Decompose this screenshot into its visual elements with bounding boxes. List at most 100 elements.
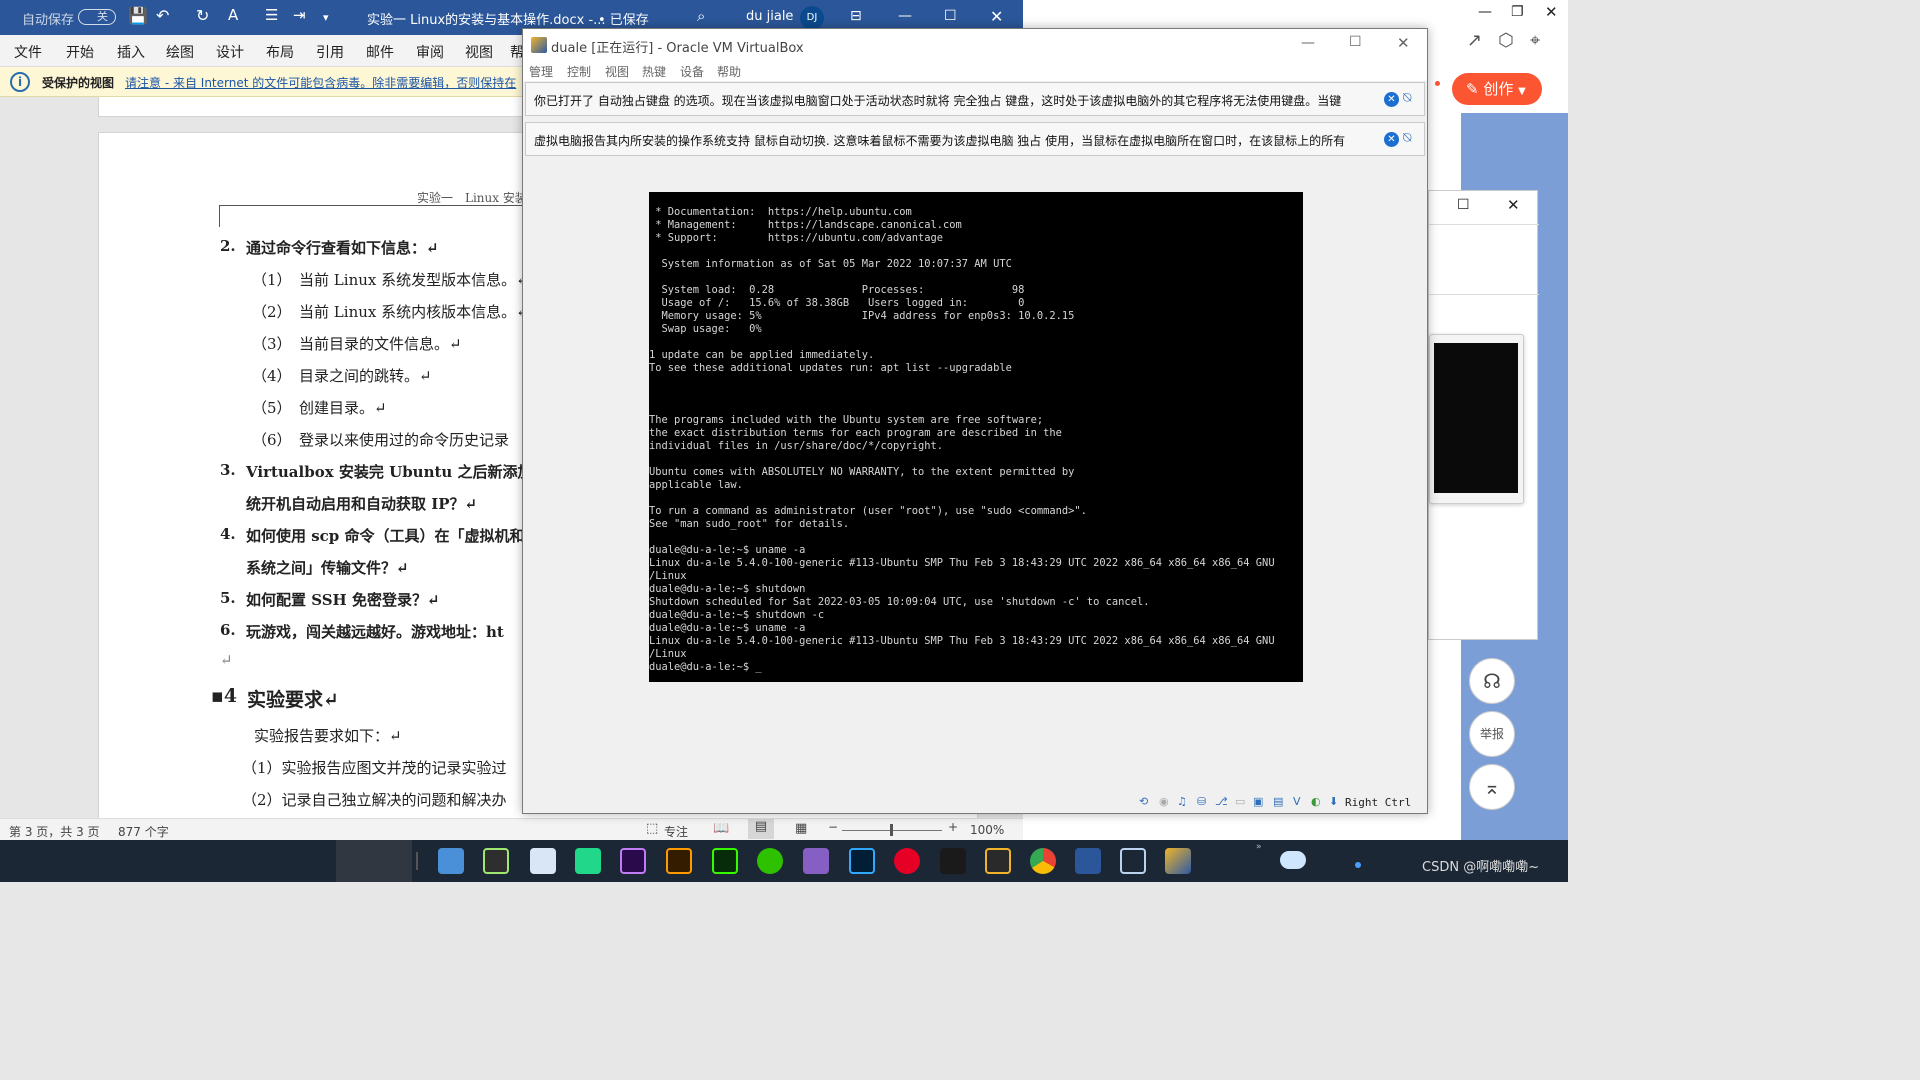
report-button[interactable]: 举报 (1469, 711, 1515, 757)
menu-hotkey[interactable]: 热键 (642, 63, 666, 80)
pin-icon[interactable]: ⌖ (1530, 30, 1540, 51)
qq-icon[interactable] (940, 848, 966, 874)
requirement-2: （2）记录自己独立解决的问题和解决办 (242, 791, 507, 809)
virtualbox-window[interactable]: duale [正在运行] - Oracle VM VirtualBox — ☐ … (522, 28, 1428, 814)
netease-music-icon[interactable] (894, 848, 920, 874)
print-layout-icon[interactable]: ▤ (748, 819, 774, 839)
support-button[interactable]: ☊ (1469, 658, 1515, 704)
minimize-icon[interactable]: — (1301, 35, 1315, 51)
search-icon[interactable]: ⌕ (697, 7, 705, 25)
empty-paragraph: ↵ (220, 651, 233, 669)
thumbnail-preview[interactable] (1429, 334, 1524, 504)
user-name[interactable]: du jiale (746, 9, 793, 24)
close-notice-icon[interactable]: ✕ (1384, 92, 1399, 107)
tab-draw[interactable]: 绘图 (166, 42, 194, 62)
zoom-in-icon[interactable]: + (948, 820, 958, 834)
keyboard-capture-icon[interactable]: ⬇ (1329, 795, 1338, 808)
close-icon[interactable]: ✕ (1507, 196, 1520, 214)
read-mode-icon[interactable]: 📖 (713, 821, 729, 836)
focus-icon[interactable]: ⬚ (646, 821, 658, 836)
redo-icon[interactable]: ↻ (196, 6, 209, 25)
maximize-icon[interactable]: ☐ (1457, 197, 1470, 213)
bullets-icon[interactable]: ☰ (265, 6, 278, 24)
illustrator-icon[interactable] (666, 848, 692, 874)
close-icon[interactable]: ✕ (1545, 3, 1558, 21)
wechat-icon[interactable] (757, 848, 783, 874)
menu-manage[interactable]: 管理 (529, 63, 553, 80)
optical-drive-icon[interactable]: ◉ (1159, 795, 1169, 808)
menu-control[interactable]: 控制 (567, 63, 591, 80)
close-notice-icon[interactable]: ✕ (1384, 132, 1399, 147)
menu-devices[interactable]: 设备 (680, 63, 704, 80)
menu-help[interactable]: 帮助 (717, 63, 741, 80)
mute-notice-icon[interactable]: ⍉ (1403, 90, 1411, 106)
mouse-integration-icon[interactable]: ◐ (1311, 795, 1321, 808)
weather-icon[interactable] (1280, 851, 1306, 869)
word-icon[interactable] (1075, 848, 1101, 874)
margin-corner (219, 205, 220, 227)
back-to-top-button[interactable]: ⌅ (1469, 764, 1515, 810)
pycharm-icon[interactable] (575, 848, 601, 874)
tab-mailings[interactable]: 邮件 (366, 42, 394, 62)
maximize-icon[interactable]: ☐ (1349, 34, 1362, 50)
overflow-chevron-icon[interactable]: » (1256, 842, 1262, 852)
page-count[interactable]: 第 3 页，共 3 页 (9, 823, 100, 840)
autosave-toggle[interactable]: 关 (78, 9, 116, 25)
virtualbox-manager-icon[interactable] (1120, 848, 1146, 874)
explorer-icon[interactable] (438, 848, 464, 874)
zoom-out-icon[interactable]: − (828, 820, 838, 834)
customize-qat-icon[interactable]: ▾ (323, 11, 329, 24)
premiere-icon[interactable] (620, 848, 646, 874)
save-icon[interactable]: 💾 (128, 6, 148, 25)
usb-icon[interactable]: ⎇ (1215, 795, 1228, 808)
protected-view-message[interactable]: 请注意 - 来自 Internet 的文件可能包含病毒。除非需要编辑，否则保持在 (125, 74, 516, 91)
zoom-slider-thumb[interactable] (890, 824, 893, 836)
tab-review[interactable]: 审阅 (416, 42, 444, 62)
word-count[interactable]: 877 个字 (118, 823, 169, 840)
mute-notice-icon[interactable]: ⍉ (1403, 130, 1411, 146)
photoshop-icon[interactable] (849, 848, 875, 874)
maximize-icon[interactable]: ☐ (944, 8, 957, 24)
chrome-icon[interactable] (1030, 848, 1056, 874)
tab-view[interactable]: 视图 (465, 42, 493, 62)
recording-icon[interactable]: ▤ (1273, 795, 1283, 808)
user-avatar[interactable]: DJ (800, 6, 824, 30)
tab-design[interactable]: 设计 (216, 42, 244, 62)
file-icon[interactable] (530, 848, 556, 874)
storage-icon[interactable]: ⟲ (1139, 795, 1148, 808)
focus-label[interactable]: 专注 (664, 823, 688, 840)
wechat-mini-icon[interactable] (483, 848, 509, 874)
minimize-icon[interactable]: — (1478, 4, 1492, 20)
font-color-icon[interactable]: A (228, 6, 238, 24)
zoom-level[interactable]: 100% (970, 823, 1004, 837)
indent-icon[interactable]: ⇥ (293, 6, 306, 24)
dreamweaver-icon[interactable] (712, 848, 738, 874)
tab-layout[interactable]: 布局 (266, 42, 294, 62)
undo-icon[interactable]: ↶ (156, 6, 169, 25)
network-icon[interactable]: ⛁ (1197, 795, 1206, 808)
share-icon[interactable]: ↗ (1467, 30, 1482, 51)
github-desktop-icon[interactable] (985, 848, 1011, 874)
saved-status[interactable]: • 已保存 (598, 9, 649, 28)
tab-file[interactable]: 文件 (14, 42, 42, 62)
tab-insert[interactable]: 插入 (117, 42, 145, 62)
close-icon[interactable]: ✕ (990, 7, 1003, 26)
menu-view[interactable]: 视图 (605, 63, 629, 80)
tab-home[interactable]: 开始 (66, 42, 94, 62)
virtualbox-vm-icon[interactable] (1165, 848, 1191, 874)
ribbon-display-icon[interactable]: ⊟ (850, 8, 862, 24)
vm-console[interactable]: * Documentation: https://help.ubuntu.com… (649, 192, 1303, 682)
tab-references[interactable]: 引用 (316, 42, 344, 62)
audio-icon[interactable]: ♫ (1177, 795, 1187, 808)
shared-folder-icon[interactable]: ▭ (1235, 795, 1245, 808)
create-button[interactable]: ✎ 创作 ▼ (1452, 73, 1542, 105)
restore-icon[interactable]: ❐ (1511, 4, 1524, 20)
minimize-icon[interactable]: — (898, 8, 912, 24)
web-layout-icon[interactable]: ▦ (795, 821, 807, 836)
host-key[interactable]: Right Ctrl (1345, 796, 1411, 809)
visual-studio-icon[interactable] (803, 848, 829, 874)
cube-icon[interactable]: ⬡ (1498, 30, 1514, 51)
cpu-icon[interactable]: Ⅴ (1293, 795, 1301, 808)
close-icon[interactable]: ✕ (1397, 34, 1410, 52)
display-icon[interactable]: ▣ (1253, 795, 1263, 808)
